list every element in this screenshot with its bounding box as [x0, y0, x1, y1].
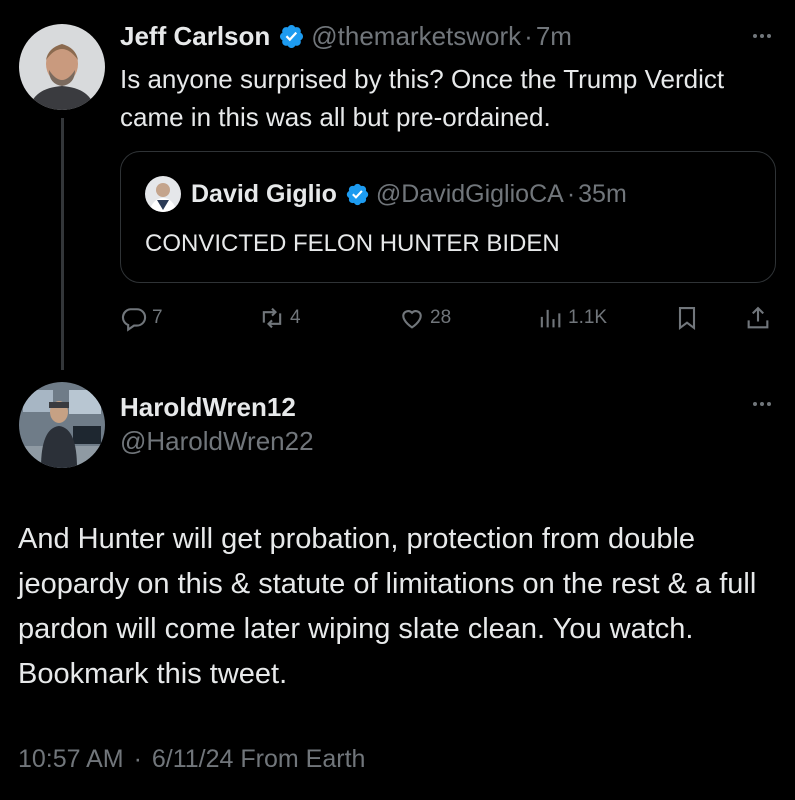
- repost-icon: [262, 307, 282, 329]
- tweet-text: Is anyone surprised by this? Once the Tr…: [120, 64, 725, 132]
- repost-count: 4: [290, 307, 301, 328]
- reply-icon: [121, 308, 147, 332]
- verified-badge-icon: [345, 182, 370, 207]
- tweet-header: HaroldWren12 @HaroldWren22: [120, 390, 314, 458]
- views-chart-icon: [540, 309, 561, 328]
- quoted-author-handle: @DavidGiglioCA: [375, 180, 564, 208]
- more-options-icon[interactable]: [747, 26, 777, 46]
- tweet-thread: Jeff Carlson @themarketswork · 7m Is any…: [0, 0, 795, 800]
- views-count: 1.1K: [568, 307, 608, 328]
- author-handle[interactable]: @HaroldWren22: [120, 424, 314, 458]
- more-options-icon[interactable]: [747, 394, 777, 414]
- author-name[interactable]: HaroldWren12: [120, 390, 314, 424]
- tweet-meta: 10:57 AM · 6/11/24 From Earth: [18, 742, 365, 776]
- tweet-source: From Earth: [240, 745, 366, 773]
- quoted-author-name: David Giglio: [191, 180, 337, 208]
- bookmark-icon: [678, 307, 696, 331]
- tweet-text: And Hunter will get probation, protectio…: [18, 523, 757, 690]
- quoted-tweet-text: CONVICTED FELON HUNTER BIDEN: [145, 230, 560, 257]
- like-count: 28: [430, 307, 452, 328]
- separator-dot: ·: [524, 21, 533, 51]
- share-icon: [747, 306, 769, 329]
- tweet-time[interactable]: 10:57 AM: [18, 745, 124, 773]
- action-bar: 7 4 28 1.1K: [120, 300, 780, 336]
- separator-dot: ·: [566, 180, 576, 208]
- verified-badge-icon: [278, 23, 305, 50]
- quoted-tweet[interactable]: David Giglio @DavidGiglioCA · 35m CONVIC…: [120, 151, 776, 283]
- share-button[interactable]: [744, 300, 776, 336]
- quoted-tweet-header: David Giglio @DavidGiglioCA · 35m: [145, 176, 627, 212]
- quoted-avatar: [145, 176, 181, 212]
- repost-button[interactable]: 4: [258, 300, 301, 336]
- author-name[interactable]: Jeff Carlson: [120, 20, 270, 52]
- reply-count: 7: [152, 307, 163, 328]
- quoted-tweet-time: 35m: [578, 180, 627, 208]
- tweet-time[interactable]: 7m: [536, 20, 572, 52]
- tweet-date[interactable]: 6/11/24: [152, 745, 234, 773]
- author-handle[interactable]: @themarketswork: [311, 20, 521, 52]
- avatar[interactable]: [19, 24, 105, 110]
- thread-connector-line: [61, 118, 64, 370]
- heart-icon: [402, 310, 422, 329]
- like-button[interactable]: 28: [398, 300, 451, 336]
- avatar[interactable]: [19, 382, 105, 468]
- views-button[interactable]: 1.1K: [536, 300, 607, 336]
- bookmark-button[interactable]: [673, 300, 705, 336]
- separator-dot: ·: [133, 745, 142, 773]
- tweet-header: Jeff Carlson @themarketswork · 7m: [120, 20, 572, 52]
- reply-button[interactable]: 7: [120, 300, 163, 336]
